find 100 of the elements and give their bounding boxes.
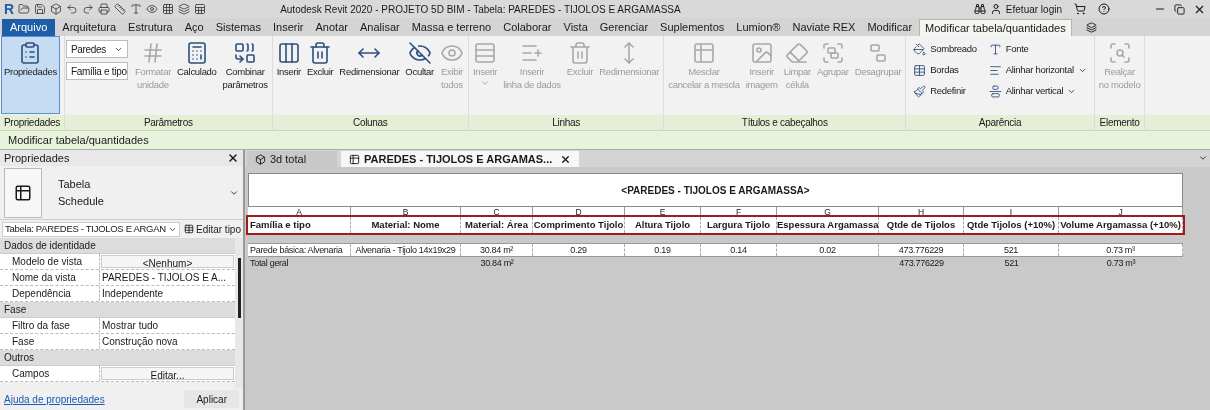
ribbon-tab[interactable]: Suplementos [655,19,730,36]
ribbon-tab[interactable]: Sistemas [210,19,266,36]
ribbon-tab[interactable]: Modificar [862,19,918,36]
section-header[interactable]: Outros [4,350,34,365]
ribbon-tab[interactable]: Gerenciar [594,19,654,36]
ribbon-tab[interactable]: Analisar [354,19,405,36]
user-icon[interactable] [989,3,1002,15]
app-logo: R [4,2,15,16]
ribbon-button[interactable]: Combinar parâmetros [219,36,271,114]
ribbon-button[interactable]: Alinhar vertical [986,82,1089,100]
login-link[interactable]: Efetuar login [1005,1,1062,17]
cube-icon [50,3,63,15]
close-icon[interactable] [227,152,239,164]
ribbon-tab[interactable]: Massa e terreno [406,19,497,36]
cart-icon[interactable] [1074,3,1086,15]
ribbon-button[interactable]: Bordas [911,61,979,79]
view-selector[interactable]: Tabela: PAREDES - TIJOLOS E ARGAN [2,221,180,237]
apply-button[interactable]: Aplicar [184,390,239,408]
binoculars-icon[interactable] [973,3,986,15]
view-tab[interactable]: PAREDES - TIJOLOS E ARGAMAS... [341,151,580,167]
table-cell: 521 [1004,258,1019,268]
window-title: Autodesk Revit 2020 - PROJETO 5D BIM - Tabela: PAREDES - TIJOLOS E ARGAMASSA [280,2,681,17]
ribbon-tab[interactable]: Lumion® [731,19,786,36]
column-header[interactable]: Espessura Argamassa [777,217,879,233]
file-tab[interactable]: Arquivo [2,19,56,36]
open-icon [18,3,31,15]
group-label: Linhas [468,115,664,130]
group-label: Títulos e cabeçalhos [664,115,906,130]
ribbon-tab[interactable]: Naviate REX [787,19,861,36]
ribbon-button[interactable]: Excluir [303,36,337,114]
column-header[interactable]: Volume Argamassa (+10%) [1059,217,1183,233]
table-cell: 0.73 m³ [1106,258,1136,268]
dropdown[interactable]: Paredes [65,40,128,58]
property-value[interactable]: Construção nova [100,334,235,349]
column-header[interactable]: Família e tipo [248,217,351,233]
group-label: Parâmetros [64,115,272,130]
column-header[interactable]: Qtde de Tijolos [879,217,964,233]
ribbon-tab[interactable]: Colaborar [498,19,557,36]
ribbon-tab[interactable]: Aço [179,19,209,36]
ribbon-tab[interactable]: Arquitetura [57,19,122,36]
property-value[interactable]: PAREDES - TIJOLOS E A... [100,270,235,285]
schedule-icon [14,183,32,202]
ribbon-button[interactable]: Propriedades [1,36,60,114]
grid-icon [162,3,175,15]
property-button[interactable]: Editar... [101,367,234,380]
ribbon-button[interactable]: Inserir [273,36,304,114]
paint-bucket-icon [913,42,927,56]
property-label: Nome da vista [0,270,100,285]
ribbon-button[interactable]: Alinhar horizontal [986,61,1089,79]
edit-type-button[interactable]: Editar tipo [183,221,241,237]
column-header[interactable]: Altura Tijolo [625,217,701,233]
borders-icon [913,63,927,77]
ribbon-button[interactable]: Ocultar [402,36,437,114]
property-value[interactable]: Independente [100,286,235,301]
ribbon-tab[interactable]: Vista [558,19,593,36]
ribbon-button[interactable]: Fonte [986,40,1089,58]
property-label: Campos [0,366,100,381]
ribbon-tab[interactable]: Inserir [267,19,309,36]
column-header[interactable]: Material: Nome [351,217,461,233]
property-value[interactable]: Mostrar tudo [100,318,235,333]
table-cell: Parede básica: Alvenaria [250,245,343,255]
ribbon-tab[interactable]: Estrutura [123,19,178,36]
brush-icon [913,84,927,98]
restore-icon[interactable] [1174,3,1185,15]
ribbon-button[interactable]: Redimensionar [336,36,403,114]
ribbon-button[interactable]: Calculado [174,36,220,114]
help-icon[interactable] [1098,3,1110,15]
table-cell: 0.02 [819,245,836,255]
save-icon [34,3,47,15]
view-tab[interactable]: 3d total [247,151,337,167]
insert-column-icon [276,41,301,65]
table-cell: 521 [1003,245,1019,255]
text-icon [130,3,143,15]
table-cell: 30.84 m² [480,258,514,268]
group-label: Colunas [272,115,468,130]
ribbon-tab[interactable]: Anotar [310,19,353,36]
column-header[interactable]: Largura Tijolo [701,217,777,233]
scrollbar[interactable] [235,238,243,388]
help-link[interactable]: Ajuda de propriedades [4,391,105,407]
panel-toggle-icon[interactable] [1085,22,1097,33]
align-left-icon [988,63,1002,77]
property-button[interactable]: <Nenhum> [101,255,234,268]
hide-icon [407,41,432,65]
type-name: Tabela [58,177,92,192]
table-cell: 30.84 m² [479,245,514,255]
ribbon-tab[interactable]: Modificar tabela/quantidades [919,19,1072,36]
table-cell: 473.776229 [898,245,944,255]
section-header[interactable]: Fase [4,302,27,317]
column-header[interactable]: Qtde Tijolos (+10%) [964,217,1059,233]
view-icon [146,3,159,15]
property-label: Filtro da fase [0,318,100,333]
tab-menu-icon[interactable] [1198,153,1208,163]
column-header[interactable]: Material: Área [461,217,533,233]
schedule-icon [349,153,360,165]
table-cell: 0.73 m³ [1106,245,1135,255]
dropdown[interactable]: Família e tipo [65,62,128,80]
close-icon[interactable] [560,153,572,165]
column-header[interactable]: Comprimento Tijolo [533,217,625,233]
ribbon-button[interactable]: Sombreado [911,40,979,58]
ribbon-button[interactable]: Redefinir [911,82,979,100]
